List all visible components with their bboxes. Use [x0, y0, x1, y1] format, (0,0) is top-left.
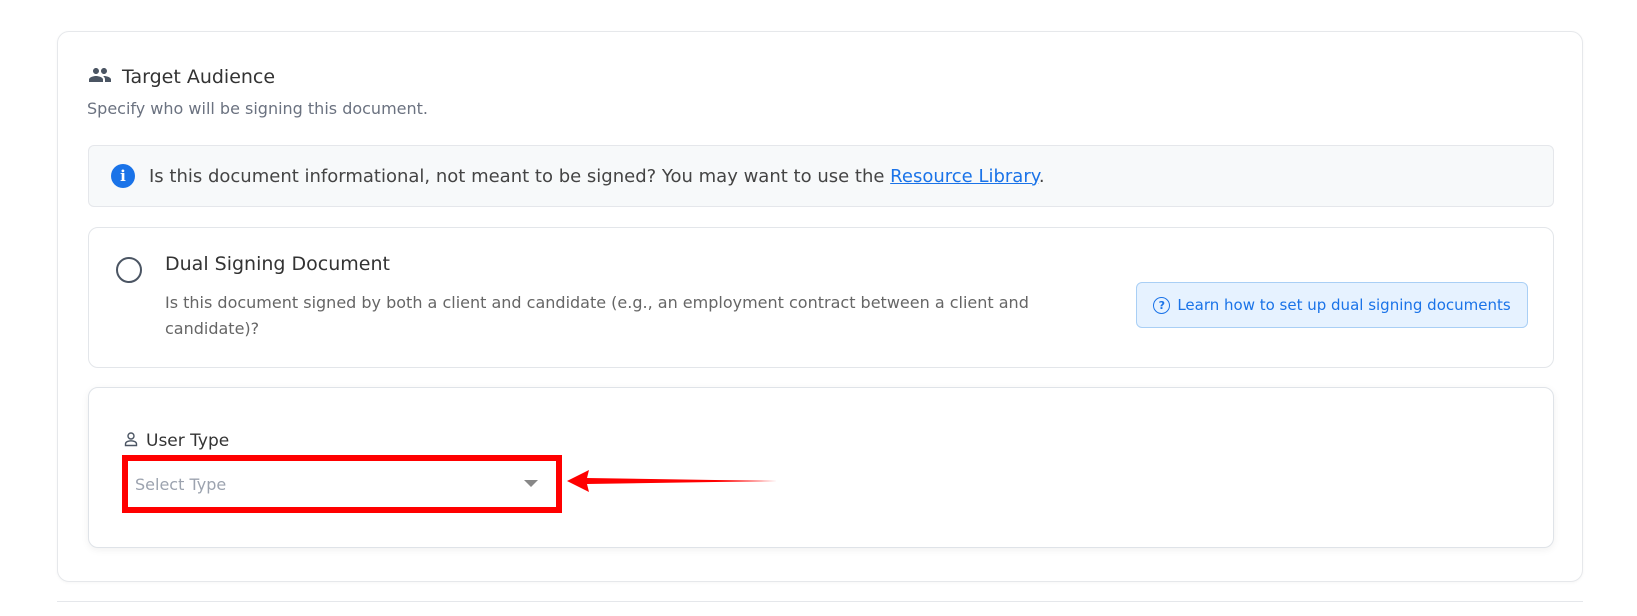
divider — [57, 601, 1583, 602]
info-suffix: . — [1038, 165, 1045, 187]
section-subtitle: Specify who will be signing this documen… — [87, 99, 428, 118]
learn-dual-signing-button[interactable]: ? Learn how to set up dual signing docum… — [1136, 282, 1528, 328]
annotation-arrow — [567, 470, 777, 492]
dual-signing-radio[interactable] — [116, 257, 142, 283]
people-icon — [88, 63, 112, 91]
person-icon — [123, 431, 139, 451]
help-icon: ? — [1153, 296, 1171, 314]
info-banner: i Is this document informational, not me… — [88, 145, 1554, 207]
chevron-down-icon — [524, 480, 538, 487]
user-type-section: User Type Select Type — [88, 387, 1554, 548]
highlight-box: Select Type — [122, 455, 562, 513]
dual-signing-option[interactable]: Dual Signing Document Is this document s… — [88, 227, 1554, 368]
user-type-label-text: User Type — [146, 431, 230, 451]
dual-signing-description: Is this document signed by both a client… — [165, 293, 1029, 338]
user-type-label: User Type — [123, 431, 229, 451]
user-type-select[interactable]: Select Type — [128, 461, 556, 507]
resource-library-link[interactable]: Resource Library — [890, 166, 1039, 187]
dual-signing-title: Dual Signing Document — [165, 253, 390, 275]
user-type-placeholder: Select Type — [135, 474, 227, 494]
info-text: Is this document informational, not mean… — [149, 166, 1045, 187]
section-title: Target Audience — [122, 66, 276, 88]
learn-button-label: Learn how to set up dual signing documen… — [1177, 296, 1511, 314]
info-message: Is this document informational, not mean… — [149, 165, 891, 187]
info-icon: i — [111, 164, 135, 188]
section-header: Target Audience — [88, 63, 275, 91]
target-audience-card: Target Audience Specify who will be sign… — [57, 31, 1583, 582]
